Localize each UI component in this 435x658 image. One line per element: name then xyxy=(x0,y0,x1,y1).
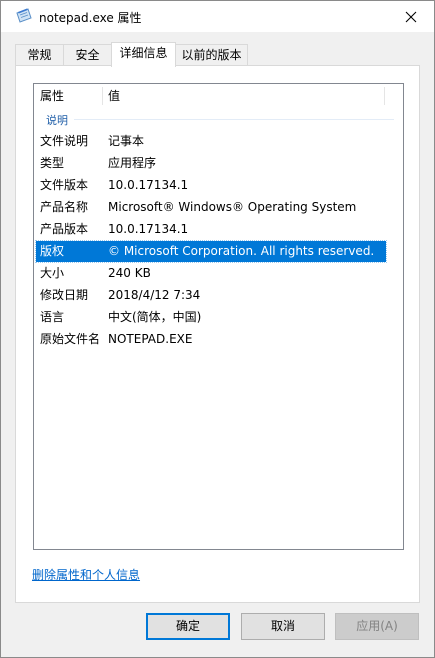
properties-dialog: notepad.exe 属性 常规 安全 详细信息 以前的版本 属性 值 说明 … xyxy=(0,0,435,658)
tab-strip: 常规 安全 详细信息 以前的版本 xyxy=(15,42,425,67)
tab-security[interactable]: 安全 xyxy=(63,44,112,65)
detail-row[interactable]: 修改日期 2018/4/12 7:34 xyxy=(36,285,386,306)
tab-details[interactable]: 详细信息 xyxy=(111,42,176,67)
detail-value: 10.0.17134.1 xyxy=(108,178,189,192)
detail-row[interactable]: 文件版本 10.0.17134.1 xyxy=(36,175,386,196)
tab-previous-versions[interactable]: 以前的版本 xyxy=(175,44,248,65)
column-divider[interactable] xyxy=(384,87,385,105)
notepad-app-icon xyxy=(15,7,33,25)
detail-value: 中文(简体，中国) xyxy=(108,310,202,324)
column-header-value[interactable]: 值 xyxy=(108,84,120,108)
detail-value: Microsoft® Windows® Operating System xyxy=(108,200,357,214)
detail-key: 产品版本 xyxy=(40,222,89,236)
detail-key: 修改日期 xyxy=(40,288,89,302)
detail-key: 原始文件名 xyxy=(40,332,101,346)
detail-value: 2018/4/12 7:34 xyxy=(108,288,201,302)
detail-value: 240 KB xyxy=(108,266,151,280)
detail-key: 语言 xyxy=(40,310,65,324)
detail-row[interactable]: 语言 中文(简体，中国) xyxy=(36,307,386,328)
cancel-button[interactable]: 取消 xyxy=(241,613,325,640)
group-header-description[interactable]: 说明 xyxy=(46,112,68,128)
remove-properties-link[interactable]: 删除属性和个人信息 xyxy=(32,566,140,583)
detail-key: 大小 xyxy=(40,266,65,280)
title-bar[interactable]: notepad.exe 属性 xyxy=(1,1,434,32)
detail-value: NOTEPAD.EXE xyxy=(108,332,193,346)
detail-key: 类型 xyxy=(40,156,65,170)
column-divider[interactable] xyxy=(102,87,103,105)
close-button[interactable] xyxy=(388,1,434,32)
ok-button[interactable]: 确定 xyxy=(146,613,230,640)
window-title: notepad.exe 属性 xyxy=(39,11,142,25)
detail-row[interactable]: 产品名称 Microsoft® Windows® Operating Syste… xyxy=(36,197,386,218)
listview-header: 属性 值 xyxy=(34,84,403,108)
detail-row[interactable]: 类型 应用程序 xyxy=(36,153,386,174)
close-icon xyxy=(405,11,417,22)
detail-row[interactable]: 产品版本 10.0.17134.1 xyxy=(36,219,386,240)
detail-key: 文件版本 xyxy=(40,178,89,192)
detail-row[interactable]: 大小 240 KB xyxy=(36,263,386,284)
column-header-property[interactable]: 属性 xyxy=(40,84,64,108)
details-tab-panel: 属性 值 说明 文件说明 记事本 类型 应用程序 文件版本 10.0.17134… xyxy=(15,65,420,603)
detail-row[interactable]: 文件说明 记事本 xyxy=(36,131,386,152)
detail-row-selected[interactable]: 版权 © Microsoft Corporation. All rights r… xyxy=(35,240,387,263)
detail-key: 版权 xyxy=(40,244,65,258)
detail-value: 记事本 xyxy=(108,134,145,148)
detail-key: 产品名称 xyxy=(40,200,89,214)
tab-general[interactable]: 常规 xyxy=(15,44,64,65)
detail-key: 文件说明 xyxy=(40,134,89,148)
group-divider-line xyxy=(74,119,394,120)
apply-button[interactable]: 应用(A) xyxy=(335,613,419,640)
detail-value: 应用程序 xyxy=(108,156,157,170)
details-listview[interactable]: 属性 值 说明 文件说明 记事本 类型 应用程序 文件版本 10.0.17134… xyxy=(33,83,404,550)
detail-value: © Microsoft Corporation. All rights rese… xyxy=(108,244,375,258)
detail-value: 10.0.17134.1 xyxy=(108,222,189,236)
detail-row[interactable]: 原始文件名 NOTEPAD.EXE xyxy=(36,329,386,350)
